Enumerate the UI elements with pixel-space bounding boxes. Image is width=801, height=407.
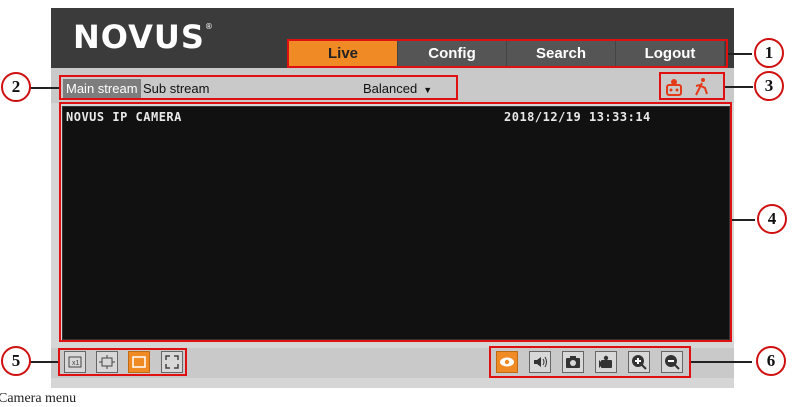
callout-box-nav [287, 39, 728, 68]
callout-box-stream [59, 75, 458, 100]
registered-mark: ® [204, 22, 214, 31]
callout-3: 3 [754, 71, 784, 101]
callout-4: 4 [757, 204, 787, 234]
logo-text: NOVUS [73, 18, 205, 56]
callout-arrow-1 [728, 53, 752, 55]
callout-2: 2 [1, 72, 31, 102]
callout-arrow-4 [732, 219, 755, 221]
callout-arrow-2 [30, 87, 59, 89]
callout-6: 6 [756, 346, 786, 376]
callout-box-actions [489, 346, 691, 378]
callout-box-status [659, 72, 725, 100]
callout-5: 5 [1, 346, 31, 376]
callout-arrow-5 [30, 361, 58, 363]
callout-box-view-controls [58, 348, 187, 376]
callout-arrow-6 [691, 361, 752, 363]
callout-1: 1 [754, 38, 784, 68]
figure-caption: Camera menu [0, 391, 77, 406]
novus-logo: NOVUS® [73, 18, 214, 56]
callout-arrow-3 [725, 86, 753, 88]
callout-box-video [59, 102, 732, 342]
